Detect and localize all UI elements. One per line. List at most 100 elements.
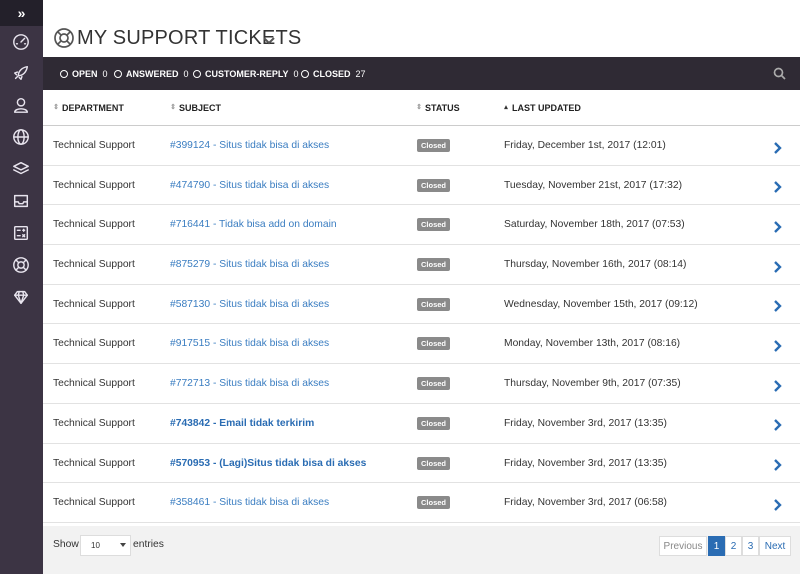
page-1-button[interactable]: 1: [708, 536, 725, 556]
rocket-icon[interactable]: [11, 63, 31, 83]
status-filter-bar: OPEN 0 ANSWERED 0 CUSTOMER-REPLY 0 CLOSE…: [43, 57, 800, 90]
chevron-right-icon[interactable]: [773, 168, 782, 207]
chevron-right-icon[interactable]: [773, 446, 782, 485]
ticket-subject-link[interactable]: #570953 - (Lagi)Situs tidak bisa di akse…: [170, 444, 366, 483]
status-cell: Closed: [417, 364, 451, 403]
column-label: SUBJECT: [179, 103, 222, 113]
sort-icon: ⇕: [170, 104, 176, 111]
chevron-down-icon[interactable]: [263, 33, 275, 45]
radio-ring-icon: [193, 69, 201, 78]
table-row[interactable]: Technical Support #716441 - Tidak bisa a…: [43, 205, 800, 246]
table-row[interactable]: Technical Support #474790 - Situs tidak …: [43, 166, 800, 206]
column-label: STATUS: [425, 103, 460, 113]
layers-icon[interactable]: [11, 159, 31, 179]
next-page-button[interactable]: Next: [759, 536, 791, 556]
filter-label: ANSWERED: [126, 68, 179, 79]
cell-last-updated: Thursday, November 16th, 2017 (08:14): [504, 259, 687, 271]
tickets-table-body: Technical Support #399124 - Situs tidak …: [43, 126, 800, 523]
cell-department: Technical Support: [53, 179, 135, 191]
chevron-right-icon[interactable]: [773, 247, 782, 286]
cell-last-updated: Thursday, November 9th, 2017 (07:35): [504, 378, 681, 390]
expand-sidebar-icon[interactable]: »: [0, 0, 43, 26]
cell-department: Technical Support: [53, 497, 135, 509]
diamond-icon[interactable]: [11, 287, 31, 307]
ticket-subject-link[interactable]: #772713 - Situs tidak bisa di akses: [170, 364, 329, 403]
table-row[interactable]: Technical Support #772713 - Situs tidak …: [43, 364, 800, 404]
status-badge: Closed: [417, 258, 451, 272]
filter-answered[interactable]: ANSWERED 0: [114, 57, 189, 90]
search-icon[interactable]: [773, 67, 786, 80]
cell-last-updated: Friday, November 3rd, 2017 (13:35): [504, 417, 667, 429]
radio-ring-icon: [114, 69, 122, 78]
table-row[interactable]: Technical Support #587130 - Situs tidak …: [43, 285, 800, 325]
chevron-right-icon[interactable]: [773, 485, 782, 524]
ticket-subject-link[interactable]: #716441 - Tidak bisa add on domain: [170, 205, 337, 244]
entries-label: entries: [133, 539, 164, 550]
page-2-button[interactable]: 2: [725, 536, 742, 556]
support-lifebuoy-icon[interactable]: [11, 255, 31, 275]
ticket-subject-link[interactable]: #743842 - Email tidak terkirim: [170, 404, 314, 443]
page-size-select[interactable]: 10: [80, 535, 131, 556]
page-3-button[interactable]: 3: [742, 536, 759, 556]
table-row[interactable]: Technical Support #917515 - Situs tidak …: [43, 324, 800, 365]
column-header-last-updated[interactable]: ▴ LAST UPDATED: [503, 90, 581, 126]
chevron-right-icon[interactable]: [773, 207, 782, 246]
filter-count: 27: [355, 68, 366, 79]
chevron-right-icon[interactable]: [773, 366, 782, 405]
ticket-subject-link[interactable]: #399124 - Situs tidak bisa di akses: [170, 126, 329, 165]
cell-last-updated: Friday, December 1st, 2017 (12:01): [504, 140, 666, 151]
status-cell: Closed: [417, 245, 451, 284]
ticket-subject-link[interactable]: #875279 - Situs tidak bisa di akses: [170, 245, 329, 284]
status-badge: Closed: [417, 456, 451, 470]
cell-last-updated: Monday, November 13th, 2017 (08:16): [504, 338, 681, 350]
status-badge: Closed: [417, 416, 451, 430]
status-cell: Closed: [417, 444, 451, 483]
sort-ascending-icon: ▴: [504, 104, 508, 111]
status-cell: Closed: [417, 205, 451, 244]
filter-label: CLOSED: [313, 68, 351, 79]
column-header-department[interactable]: ⇕ DEPARTMENT: [53, 90, 124, 126]
filter-closed[interactable]: CLOSED 27: [301, 57, 366, 90]
cell-last-updated: Friday, November 3rd, 2017 (06:58): [504, 497, 667, 509]
ticket-subject-link[interactable]: #917515 - Situs tidak bisa di akses: [170, 324, 329, 363]
calculator-icon[interactable]: [11, 223, 31, 243]
status-badge: Closed: [417, 337, 451, 351]
table-row[interactable]: Technical Support #743842 - Email tidak …: [43, 404, 800, 444]
column-header-subject[interactable]: ⇕ SUBJECT: [170, 90, 221, 126]
table-row[interactable]: Technical Support #399124 - Situs tidak …: [43, 126, 800, 166]
inbox-icon[interactable]: [11, 191, 31, 211]
chevron-right-icon[interactable]: [773, 128, 782, 167]
cell-last-updated: Saturday, November 18th, 2017 (07:53): [504, 219, 685, 231]
status-badge: Closed: [417, 297, 451, 311]
lifebuoy-icon: [53, 27, 75, 49]
ticket-subject-link[interactable]: #587130 - Situs tidak bisa di akses: [170, 285, 329, 324]
cell-department: Technical Support: [53, 140, 135, 151]
page-header: MY SUPPORT TICKETS: [43, 0, 800, 57]
status-cell: Closed: [417, 324, 451, 363]
column-header-status[interactable]: ⇕ STATUS: [416, 90, 460, 126]
ticket-subject-link[interactable]: #474790 - Situs tidak bisa di akses: [170, 166, 329, 205]
cell-department: Technical Support: [53, 259, 135, 271]
status-badge: Closed: [417, 377, 451, 391]
chevron-right-icon[interactable]: [773, 287, 782, 326]
cell-department: Technical Support: [53, 338, 135, 350]
cell-department: Technical Support: [53, 417, 135, 429]
previous-page-button[interactable]: Previous: [659, 536, 707, 556]
table-row[interactable]: Technical Support #875279 - Situs tidak …: [43, 245, 800, 285]
filter-count: 0: [183, 68, 189, 79]
column-label: LAST UPDATED: [512, 103, 581, 113]
user-icon[interactable]: [11, 95, 31, 115]
table-row[interactable]: Technical Support #358461 - Situs tidak …: [43, 483, 800, 523]
filter-customer-reply[interactable]: CUSTOMER-REPLY 0: [193, 57, 299, 90]
filter-open[interactable]: OPEN 0: [60, 57, 108, 90]
table-row[interactable]: Technical Support #570953 - (Lagi)Situs …: [43, 444, 800, 484]
chevron-right-icon[interactable]: [773, 406, 782, 445]
sort-icon: ⇕: [416, 104, 422, 111]
ticket-subject-link[interactable]: #358461 - Situs tidak bisa di akses: [170, 483, 329, 522]
dashboard-gauge-icon[interactable]: [11, 32, 31, 52]
chevron-right-icon[interactable]: [773, 326, 782, 365]
show-label: Show: [53, 539, 79, 550]
filter-count: 0: [102, 68, 108, 79]
status-badge: Closed: [417, 178, 451, 192]
globe-icon[interactable]: [11, 127, 31, 147]
